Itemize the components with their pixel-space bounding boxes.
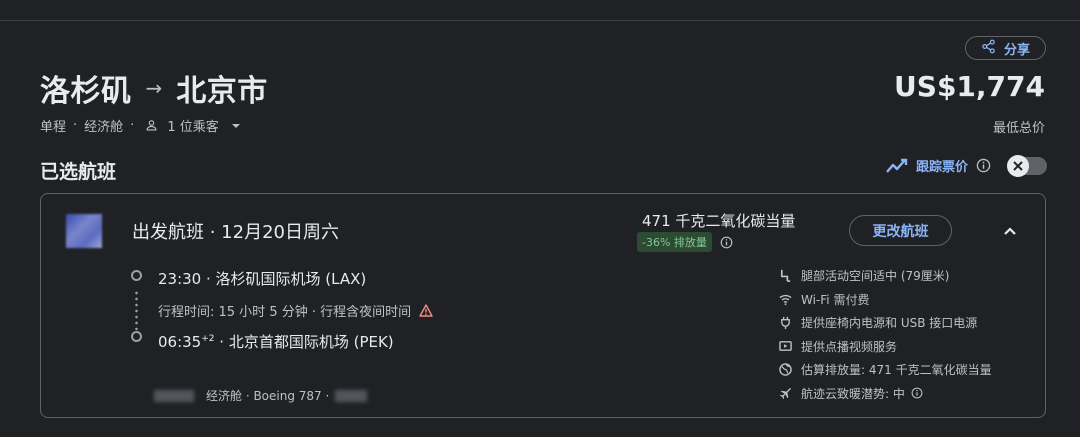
airline-name-redacted bbox=[154, 389, 194, 402]
legroom-icon bbox=[779, 269, 801, 283]
duration-text: 行程时间: 15 小时 5 分钟 · 行程含夜间时间 bbox=[158, 305, 412, 320]
share-icon bbox=[981, 39, 996, 58]
amenity-emissions: 估算排放量: 471 千克二氧化碳当量 bbox=[779, 358, 992, 382]
info-icon[interactable] bbox=[911, 387, 923, 399]
duration-info: 行程时间: 15 小时 5 分钟 · 行程含夜间时间 bbox=[158, 301, 433, 320]
flight-number-redacted bbox=[335, 389, 368, 402]
info-icon[interactable] bbox=[720, 236, 733, 249]
globe-icon bbox=[779, 363, 801, 377]
info-icon[interactable] bbox=[976, 158, 991, 173]
passenger-count[interactable]: 1 位乘客 bbox=[167, 116, 218, 135]
track-prices-label[interactable]: 跟踪票价 bbox=[916, 156, 968, 175]
timeline-dots bbox=[135, 290, 138, 330]
price-note: 最低总价 bbox=[992, 121, 1045, 136]
track-prices-toggle[interactable] bbox=[1007, 154, 1048, 177]
departure-circle bbox=[131, 270, 142, 281]
person-icon bbox=[144, 118, 159, 133]
change-flight-button[interactable]: 更改航班 bbox=[849, 215, 952, 246]
share-button[interactable]: 分享 bbox=[965, 36, 1046, 60]
amenity-video: 提供点播视频服务 bbox=[779, 335, 992, 359]
airline-logo bbox=[66, 214, 102, 248]
destination-city: 北京市 bbox=[176, 74, 268, 109]
video-icon bbox=[779, 340, 801, 353]
chevron-down-icon[interactable] bbox=[231, 123, 241, 129]
chevron-up-icon[interactable] bbox=[999, 220, 1021, 242]
cabin-class: 经济舱 bbox=[84, 120, 124, 135]
power-plug-icon bbox=[779, 316, 801, 330]
arrival-day-offset: +2 bbox=[201, 334, 215, 344]
warning-icon bbox=[419, 304, 433, 317]
track-prices: 跟踪票价 bbox=[886, 154, 1048, 177]
wifi-icon bbox=[779, 293, 801, 306]
emission-row: -36% 排放量 bbox=[637, 232, 733, 252]
amenity-wifi: Wi-Fi 需付费 bbox=[779, 288, 992, 312]
route-title: 洛杉矶 → 北京市 bbox=[40, 66, 268, 110]
emission-badge: -36% 排放量 bbox=[637, 232, 712, 252]
trip-meta: 单程 · 经济舱 · 1 位乘客 bbox=[40, 116, 241, 135]
total-price: US$1,774 bbox=[894, 70, 1045, 103]
flight-details: 经济舱 · Boeing 787 · bbox=[154, 387, 368, 404]
close-icon bbox=[1007, 154, 1030, 177]
selected-flights-heading: 已选航班 bbox=[40, 161, 117, 183]
amenities-list: 腿部活动空间适中 (79厘米) Wi-Fi 需付费 提供座椅内电源和 USB 接… bbox=[779, 264, 992, 405]
amenity-legroom: 腿部活动空间适中 (79厘米) bbox=[779, 264, 992, 288]
arrival-time: 06:35 bbox=[158, 333, 202, 351]
trending-icon bbox=[886, 158, 908, 174]
departure-info: 23:30 · 洛杉矶国际机场 (LAX) bbox=[158, 270, 367, 288]
flight-details-text: 经济舱 · Boeing 787 · bbox=[206, 389, 330, 403]
share-label: 分享 bbox=[1003, 42, 1030, 58]
amenity-contrail: 航迹云致暖潜势: 中 bbox=[779, 382, 992, 406]
co2-emissions: 471 千克二氧化碳当量 bbox=[642, 212, 796, 230]
arrival-airport: · 北京首都国际机场 (PEK) bbox=[214, 333, 394, 351]
top-divider bbox=[0, 20, 1080, 21]
flight-card: 出发航班 · 12月20日周六 471 千克二氧化碳当量 -36% 排放量 更改… bbox=[40, 193, 1046, 418]
arrival-info: 06:35+2 · 北京首都国际机场 (PEK) bbox=[158, 331, 394, 352]
flight-title: 出发航班 · 12月20日周六 bbox=[132, 222, 339, 243]
arrival-circle bbox=[131, 331, 142, 342]
amenity-power: 提供座椅内电源和 USB 接口电源 bbox=[779, 311, 992, 335]
trip-type: 单程 bbox=[40, 120, 67, 135]
origin-city: 洛杉矶 bbox=[40, 74, 132, 109]
contrail-icon bbox=[779, 387, 801, 400]
route-arrow: → bbox=[145, 76, 163, 100]
